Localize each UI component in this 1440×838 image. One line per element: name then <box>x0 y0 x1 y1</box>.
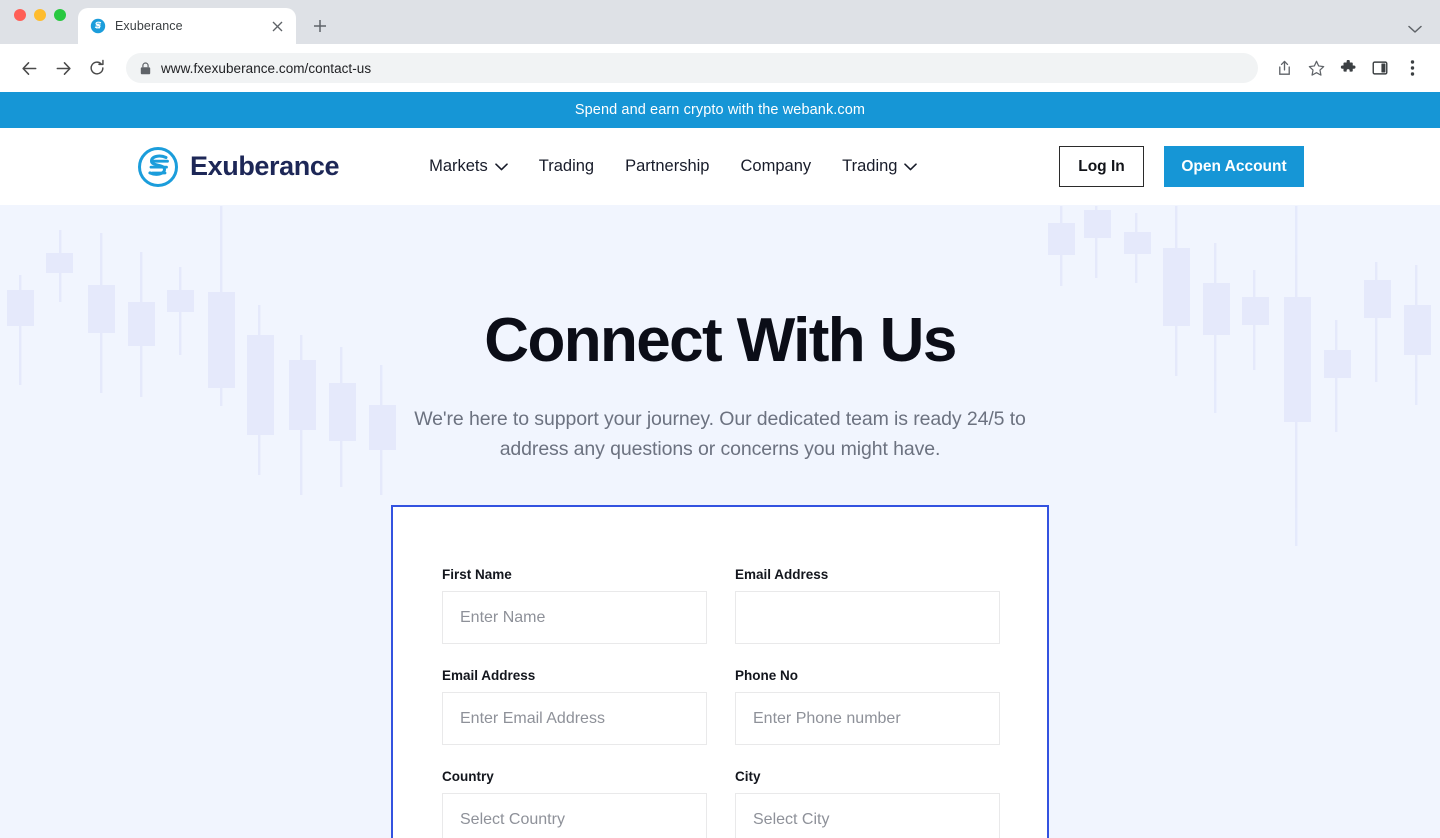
maximize-window-button[interactable] <box>54 9 66 21</box>
phone-number-input[interactable] <box>735 692 1000 745</box>
brand-logo[interactable]: Exuberance <box>136 145 339 189</box>
main-navigation: Markets Trading Partnership Company Trad… <box>429 157 918 176</box>
exuberance-logo-icon <box>136 145 180 189</box>
field-email-address: Email Address <box>442 668 707 745</box>
country-select[interactable] <box>442 793 707 838</box>
site-header: Exuberance Markets Trading Partnership C… <box>0 128 1440 205</box>
share-icon[interactable] <box>1270 54 1298 82</box>
nav-item-trading-secondary[interactable]: Trading <box>842 157 918 176</box>
nav-item-label: Trading <box>538 157 595 175</box>
field-label: Phone No <box>735 668 798 683</box>
address-bar[interactable]: www.fxexuberance.com/contact-us <box>126 53 1258 83</box>
address-bar-url: www.fxexuberance.com/contact-us <box>161 60 372 76</box>
promo-banner-text: Spend and earn crypto with the webank.co… <box>574 102 866 118</box>
page-viewport: Spend and earn crypto with the webank.co… <box>0 92 1440 838</box>
field-phone-no: Phone No <box>735 668 1000 745</box>
window-traffic-lights <box>14 0 78 44</box>
nav-item-company[interactable]: Company <box>741 157 812 176</box>
reload-icon[interactable] <box>82 53 112 83</box>
minimize-window-button[interactable] <box>34 9 46 21</box>
promo-banner[interactable]: Spend and earn crypto with the webank.co… <box>0 92 1440 128</box>
contact-form-card: First Name Email Address Email Address P… <box>391 505 1049 838</box>
email-address-input[interactable] <box>442 692 707 745</box>
field-label: Email Address <box>442 668 536 683</box>
tab-close-icon[interactable] <box>268 17 286 35</box>
extensions-puzzle-icon[interactable] <box>1334 54 1362 82</box>
new-tab-button[interactable] <box>306 12 334 40</box>
chevron-down-icon <box>904 162 918 171</box>
nav-item-markets[interactable]: Markets <box>429 157 508 176</box>
field-label: City <box>735 769 761 784</box>
brand-name: Exuberance <box>190 151 340 181</box>
nav-item-partnership[interactable]: Partnership <box>625 157 709 176</box>
browser-tab[interactable]: Exuberance <box>78 8 296 44</box>
first-name-input[interactable] <box>442 591 707 644</box>
back-arrow-icon[interactable] <box>14 53 44 83</box>
field-label: Country <box>442 769 494 784</box>
side-panel-icon[interactable] <box>1366 54 1394 82</box>
log-in-button[interactable]: Log In <box>1059 146 1144 187</box>
lock-icon <box>140 61 151 75</box>
hero-content: Connect With Us We're here to support yo… <box>0 205 1440 464</box>
chevron-down-icon[interactable] <box>1408 25 1422 34</box>
three-dot-menu-icon[interactable] <box>1398 54 1426 82</box>
email-address-input-top[interactable] <box>735 591 1000 644</box>
nav-item-label: Markets <box>429 157 488 175</box>
star-icon[interactable] <box>1302 54 1330 82</box>
nav-item-label: Trading <box>842 157 898 175</box>
city-select[interactable] <box>735 793 1000 838</box>
nav-item-label: Company <box>740 157 812 175</box>
close-window-button[interactable] <box>14 9 26 21</box>
forward-arrow-icon[interactable] <box>48 53 78 83</box>
page-title: Connect With Us <box>484 306 957 375</box>
hero-subtitle: We're here to support your journey. Our … <box>414 408 1026 461</box>
field-label: First Name <box>442 567 512 582</box>
contact-form-grid: First Name Email Address Email Address P… <box>442 567 1000 838</box>
field-first-name: First Name <box>442 567 707 644</box>
browser-toolbar: www.fxexuberance.com/contact-us <box>0 44 1440 92</box>
exuberance-favicon-icon <box>90 18 106 34</box>
nav-item-trading[interactable]: Trading <box>539 157 594 176</box>
header-actions: Log In Open Account <box>1059 146 1304 187</box>
open-account-button[interactable]: Open Account <box>1164 146 1304 187</box>
field-city: City <box>735 769 1000 838</box>
browser-tabstrip: Exuberance <box>0 0 1440 44</box>
field-email-address-top: Email Address <box>735 567 1000 644</box>
browser-tab-title: Exuberance <box>115 19 183 33</box>
field-country: Country <box>442 769 707 838</box>
nav-item-label: Partnership <box>625 157 710 175</box>
field-label: Email Address <box>735 567 829 582</box>
chevron-down-icon <box>494 162 508 171</box>
hero-section: Connect With Us We're here to support yo… <box>0 205 1440 838</box>
browser-chrome: Exuberance www.fxexuberance.com/contact-… <box>0 0 1440 92</box>
